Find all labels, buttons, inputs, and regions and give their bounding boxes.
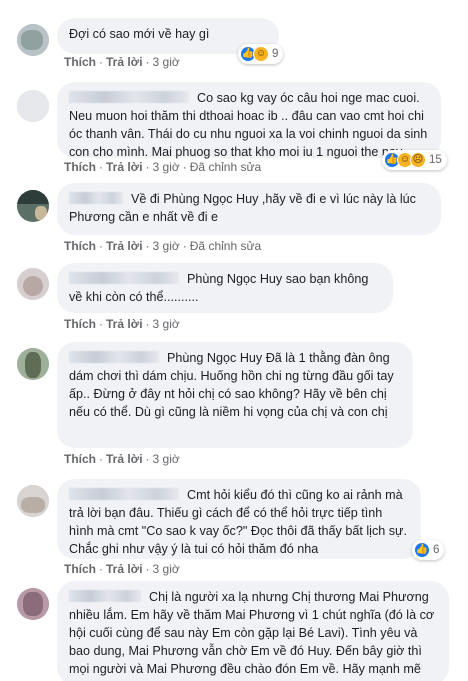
like-icon: 👍 bbox=[414, 542, 430, 558]
comment-bubble: Cmt hỏi kiểu đó thì cũng ko ai rảnh mà t… bbox=[57, 479, 421, 559]
reaction-count: 15 bbox=[429, 154, 442, 166]
sad-icon: ☹ bbox=[410, 152, 426, 168]
author-name[interactable] bbox=[69, 590, 141, 602]
reactions-summary[interactable]: 👍 ☺ ☹ 15 bbox=[382, 150, 447, 170]
author-name[interactable] bbox=[69, 192, 123, 204]
reply-link[interactable]: Trả lời bbox=[106, 239, 143, 253]
avatar[interactable] bbox=[17, 24, 49, 56]
author-name[interactable] bbox=[69, 488, 179, 500]
like-link[interactable]: Thích bbox=[64, 317, 96, 331]
reply-link[interactable]: Trả lời bbox=[106, 55, 143, 69]
comment-bubble: Phùng Ngọc Huy sao bạn không về khi còn … bbox=[57, 263, 393, 313]
like-link[interactable]: Thích bbox=[64, 452, 96, 466]
reactions-summary[interactable]: 👍 6 bbox=[412, 540, 445, 560]
author-name[interactable] bbox=[69, 351, 159, 363]
comment-bubble: Chị là người xa lạ nhưng Chị thương Mai … bbox=[57, 581, 449, 681]
reaction-count: 9 bbox=[272, 48, 279, 60]
author-name[interactable] bbox=[69, 272, 179, 284]
comment-time[interactable]: 3 giờ bbox=[153, 317, 180, 331]
comment-time[interactable]: 3 giờ bbox=[153, 55, 180, 69]
reply-link[interactable]: Trả lời bbox=[106, 452, 143, 466]
comment-time[interactable]: 3 giờ bbox=[153, 562, 180, 576]
reply-link[interactable]: Trả lời bbox=[106, 160, 143, 174]
comment-actions: Thích · Trả lời · 3 giờ bbox=[64, 562, 180, 576]
comment-actions: Thích · Trả lời · 3 giờ bbox=[64, 55, 180, 69]
comment-time[interactable]: 3 giờ bbox=[153, 160, 180, 174]
reply-link[interactable]: Trả lời bbox=[106, 317, 143, 331]
like-link[interactable]: Thích bbox=[64, 239, 96, 253]
comment-text: Chị là người xa lạ nhưng Chị thương Mai … bbox=[69, 590, 435, 681]
edited-label[interactable]: Đã chỉnh sửa bbox=[190, 239, 261, 253]
avatar[interactable] bbox=[17, 485, 49, 517]
comment-actions: Thích · Trả lời · 3 giờ · Đã chỉnh sửa bbox=[64, 160, 262, 174]
like-link[interactable]: Thích bbox=[64, 562, 96, 576]
comment-bubble: Về đi Phùng Ngọc Huy ,hãy về đi e vì lúc… bbox=[57, 183, 441, 235]
edited-label[interactable]: Đã chỉnh sửa bbox=[190, 160, 261, 174]
comment-actions: Thích · Trả lời · 3 giờ · Đã chỉnh sửa bbox=[64, 239, 262, 253]
like-link[interactable]: Thích bbox=[64, 160, 96, 174]
reply-link[interactable]: Trả lời bbox=[106, 562, 143, 576]
avatar[interactable] bbox=[17, 268, 49, 300]
comment-feed: Đợi có sao mới về hay gì 👍 ☺ 9 Thích · Trả… bbox=[0, 0, 468, 681]
comment-actions: Thích · Trả lời · 3 giờ bbox=[64, 452, 180, 466]
author-name[interactable] bbox=[69, 91, 189, 103]
comment-bubble: Co sao kg vay óc câu hoi nge mac cuoi. N… bbox=[57, 82, 441, 159]
avatar[interactable] bbox=[17, 90, 49, 122]
comment-actions: Thích · Trả lời · 3 giờ bbox=[64, 317, 180, 331]
haha-icon: ☺ bbox=[253, 46, 269, 62]
avatar[interactable] bbox=[17, 588, 49, 620]
avatar[interactable] bbox=[17, 348, 49, 380]
comment-bubble: Phùng Ngọc Huy Đã là 1 thằng đàn ông dám… bbox=[57, 342, 413, 448]
reactions-summary[interactable]: 👍 ☺ 9 bbox=[238, 44, 284, 64]
reaction-count: 6 bbox=[433, 544, 440, 556]
comment-time[interactable]: 3 giờ bbox=[153, 239, 180, 253]
comment-text: Đợi có sao mới về hay gì bbox=[69, 27, 210, 41]
comment-time[interactable]: 3 giờ bbox=[153, 452, 180, 466]
like-link[interactable]: Thích bbox=[64, 55, 96, 69]
avatar[interactable] bbox=[17, 190, 49, 222]
